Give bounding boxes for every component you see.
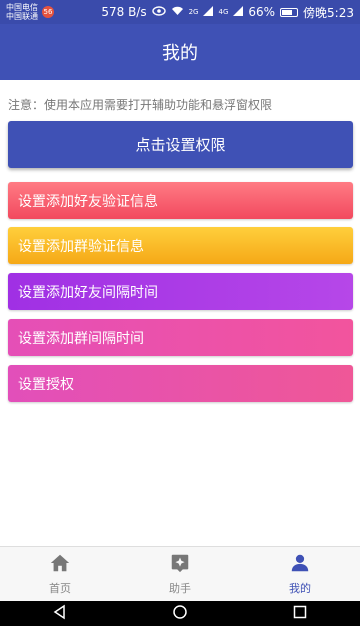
signal-icon [203, 5, 214, 19]
network-type-1: 2G [188, 8, 199, 16]
assistant-icon [169, 552, 191, 577]
back-icon[interactable] [52, 604, 68, 624]
carrier-2: 中国联通 [6, 12, 38, 21]
home-circle-icon[interactable] [172, 604, 188, 624]
nav-item-assistant[interactable]: 助手 [120, 547, 240, 601]
friend-verify-message-button[interactable]: 设置添加好友验证信息 [8, 182, 353, 219]
authorization-button[interactable]: 设置授权 [8, 365, 353, 402]
group-interval-button[interactable]: 设置添加群间隔时间 [8, 319, 353, 356]
nav-label-assistant: 助手 [169, 582, 191, 595]
set-permission-button[interactable]: 点击设置权限 [8, 121, 353, 168]
notification-badge: 56 [42, 6, 54, 18]
nav-label-mine: 我的 [289, 582, 311, 595]
status-bar: 中国电信 中国联通 56 578 B/s 2G 4G 66% 傍晚5:23 [0, 0, 360, 24]
network-type-2: 4G [218, 8, 229, 16]
network-speed: 578 B/s [101, 5, 147, 19]
recents-icon[interactable] [292, 604, 308, 624]
app-bar: 我的 [0, 24, 360, 80]
wifi-icon [171, 5, 184, 19]
nav-label-home: 首页 [49, 582, 71, 595]
system-navigation-bar [0, 601, 360, 626]
bottom-navigation: 首页 助手 我的 [0, 546, 360, 601]
carrier-1: 中国电信 [6, 3, 38, 12]
carrier-info: 中国电信 中国联通 [6, 3, 38, 21]
permission-notice: 注意：使用本应用需要打开辅助功能和悬浮窗权限 [8, 98, 273, 112]
nav-item-mine[interactable]: 我的 [240, 547, 360, 601]
page-title: 我的 [162, 43, 198, 64]
home-icon [49, 552, 71, 577]
signal-icon-2 [233, 5, 244, 19]
friend-interval-button[interactable]: 设置添加好友间隔时间 [8, 273, 353, 310]
battery-icon [280, 7, 299, 17]
group-verify-message-button[interactable]: 设置添加群验证信息 [8, 227, 353, 264]
clock: 傍晚5:23 [303, 5, 354, 20]
person-icon [289, 552, 311, 577]
nav-item-home[interactable]: 首页 [0, 547, 120, 601]
eye-icon [151, 5, 166, 19]
status-indicators: 578 B/s 2G 4G 66% 傍晚5:23 [101, 4, 354, 21]
battery-percent: 66% [248, 5, 276, 19]
